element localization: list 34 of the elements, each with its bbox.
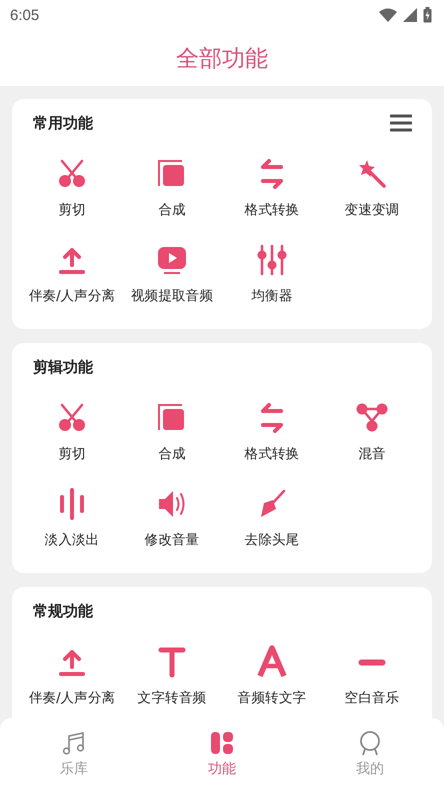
feature-label[interactable]: 合成 xyxy=(158,201,186,219)
feature-label[interactable]: 格式转换 xyxy=(244,201,300,219)
feature-label[interactable]: 伴奏/人声分离 xyxy=(28,689,116,707)
feature-label[interactable]: 格式转换 xyxy=(244,445,300,463)
feature-label[interactable]: 空白音乐 xyxy=(344,689,400,707)
feature-label[interactable]: 文字转音频 xyxy=(138,689,206,707)
section-title: 常用功能 xyxy=(33,114,93,132)
music-note-icon xyxy=(61,730,87,756)
font-icon xyxy=(255,645,289,679)
section-title: 剪辑功能 xyxy=(33,358,93,376)
status-time: 6:05 xyxy=(10,6,40,24)
feature-label[interactable]: 音频转文字 xyxy=(238,689,306,707)
battery-icon xyxy=(423,7,432,23)
feature-label[interactable]: 混音 xyxy=(358,445,386,463)
feature-label[interactable]: 变速变调 xyxy=(344,201,400,219)
wifi-icon xyxy=(379,8,397,22)
feature-label[interactable]: 剪切 xyxy=(58,445,86,463)
feature-label[interactable]: 去除头尾 xyxy=(244,531,300,549)
signal-icon xyxy=(403,8,417,22)
section-title: 常规功能 xyxy=(33,602,93,620)
page-title: 全部功能 xyxy=(176,44,268,74)
feature-label[interactable]: 伴奏/人声分离 xyxy=(28,287,116,305)
equalizer-icon xyxy=(255,243,289,277)
menu-icon[interactable] xyxy=(390,114,412,132)
feature-label[interactable]: 剪切 xyxy=(58,201,86,219)
award-icon xyxy=(357,730,383,756)
feature-label[interactable]: 合成 xyxy=(158,445,186,463)
feature-label[interactable]: 视频提取音频 xyxy=(130,287,214,305)
feature-label[interactable]: 均衡器 xyxy=(251,287,293,305)
feature-label[interactable]: 淡入淡出 xyxy=(44,531,100,549)
minus-icon xyxy=(358,658,386,666)
feature-label[interactable]: 修改音量 xyxy=(144,531,200,549)
tab[interactable]: 功能 xyxy=(208,760,236,778)
grid-icon xyxy=(209,730,235,756)
